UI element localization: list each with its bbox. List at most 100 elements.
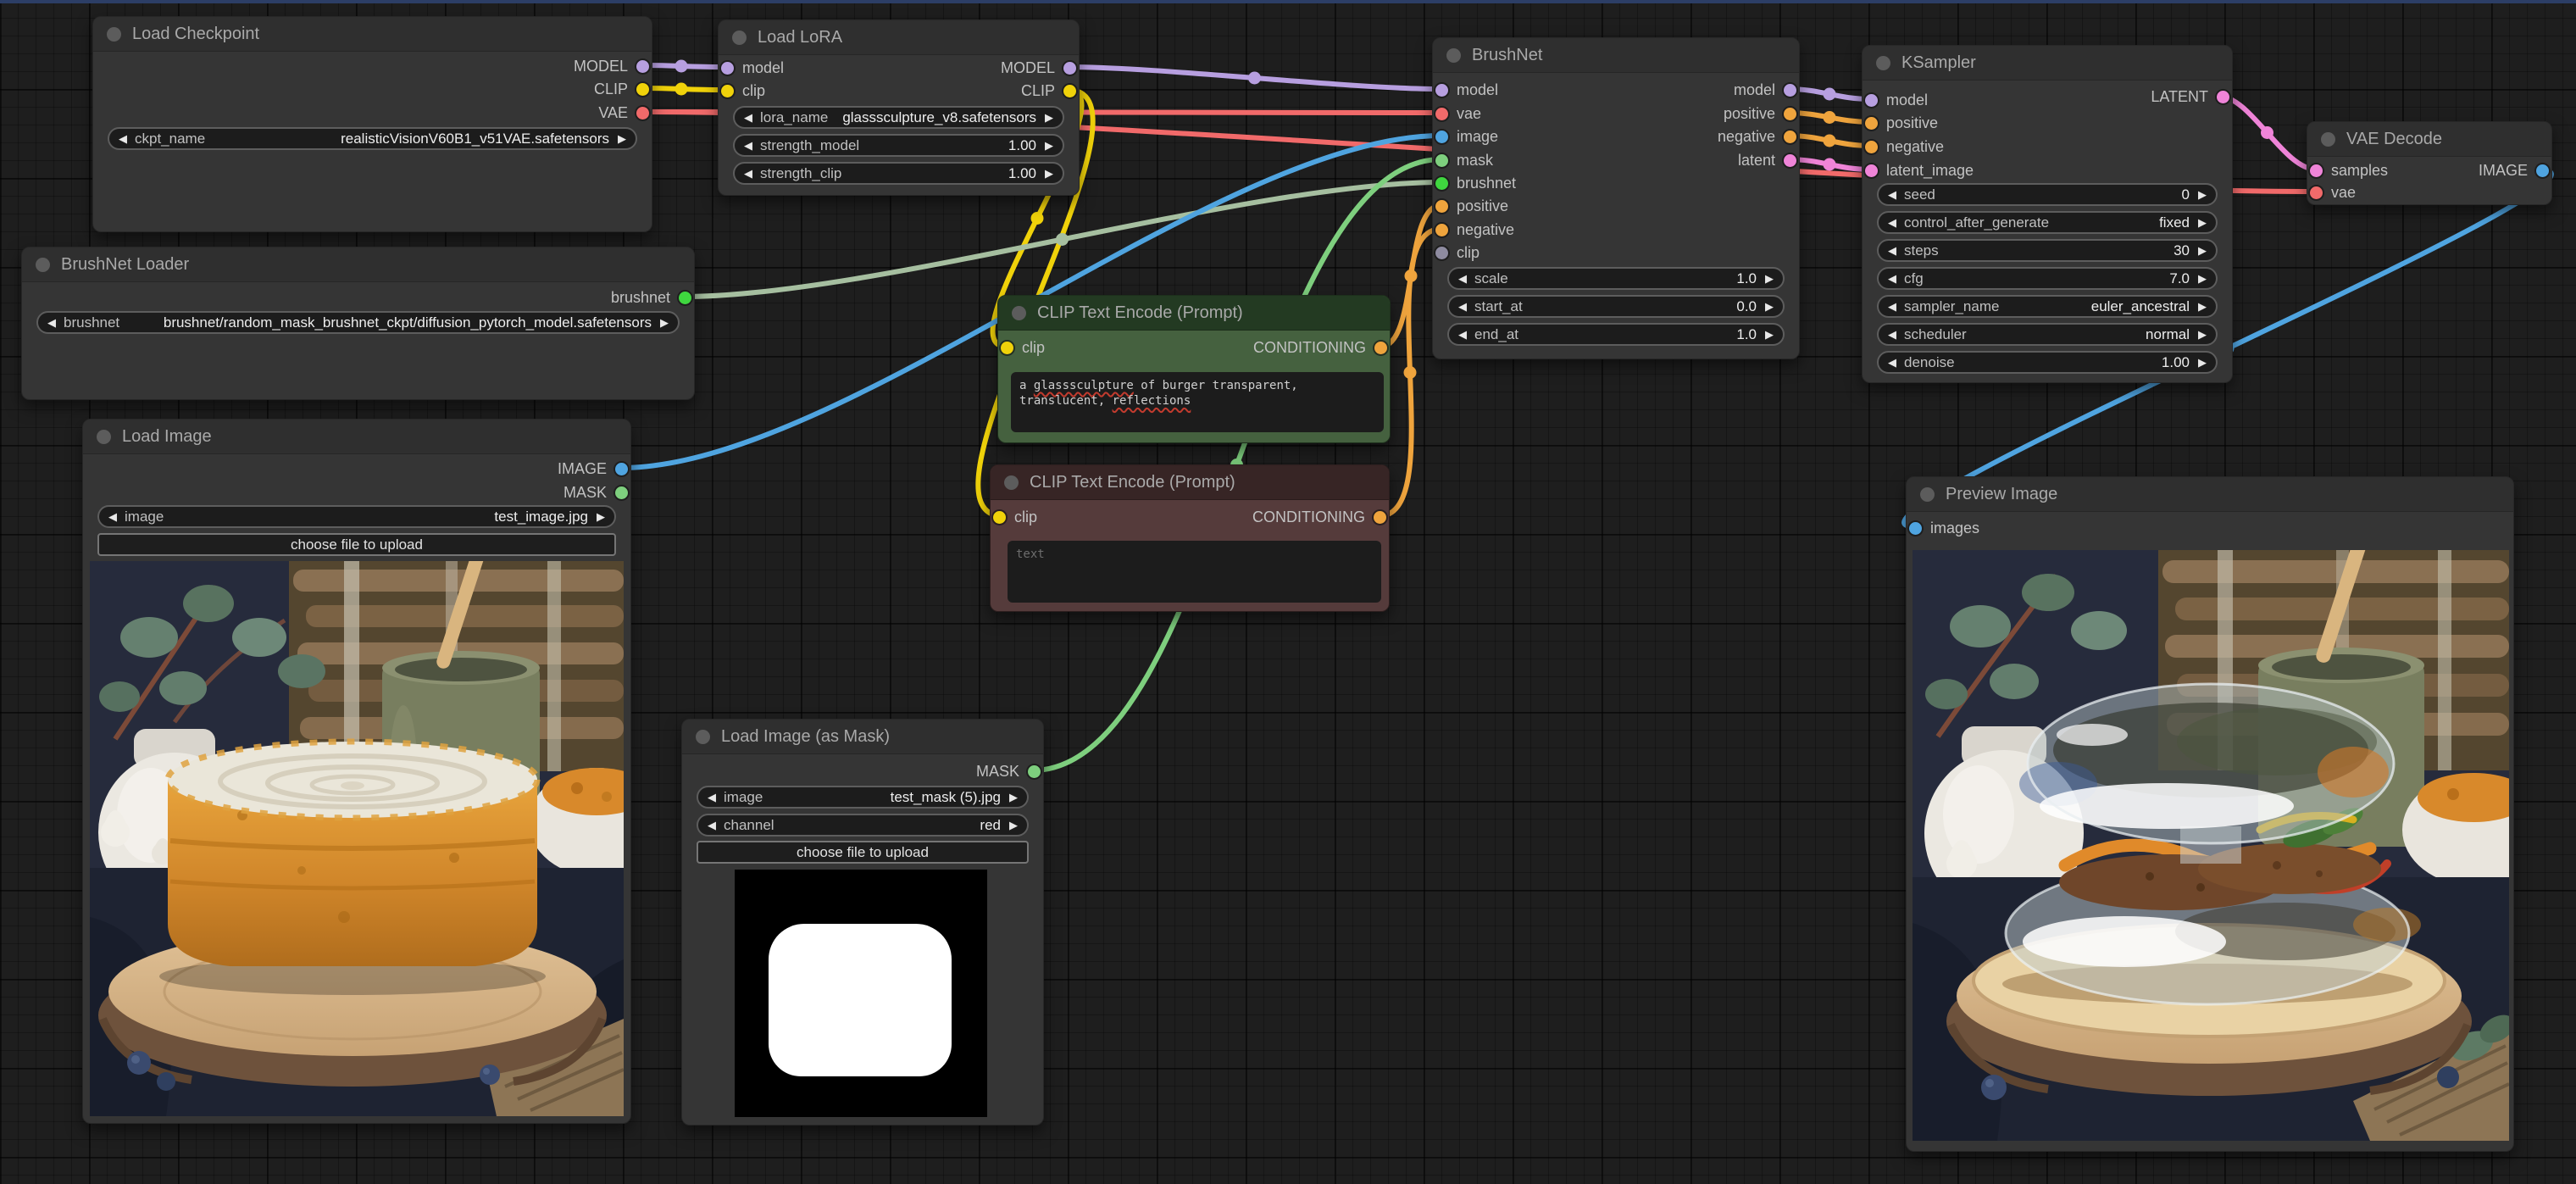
output-port-conditioning[interactable] (1374, 511, 1386, 524)
output-port-vae[interactable] (636, 107, 649, 120)
stepper-left-icon[interactable]: ◀ (1888, 217, 1896, 228)
collapse-dot-icon[interactable] (1012, 306, 1026, 320)
input-port-vae[interactable] (2310, 186, 2323, 199)
stepper-right-icon[interactable]: ▶ (2198, 245, 2207, 256)
negative-prompt-textarea[interactable]: text (1008, 541, 1381, 603)
widget-strength-clip[interactable]: ◀ strength_clip 1.00 ▶ (733, 162, 1064, 185)
stepper-left-icon[interactable]: ◀ (1458, 329, 1467, 340)
choose-file-button[interactable]: choose file to upload (697, 841, 1029, 864)
widget-scale[interactable]: ◀ scale 1.0 ▶ (1447, 267, 1785, 290)
node-titlebar[interactable]: CLIP Text Encode (Prompt) (998, 296, 1390, 331)
node-preview-image[interactable]: Preview Image images (1906, 476, 2514, 1152)
stepper-right-icon[interactable]: ▶ (618, 133, 626, 144)
input-port-positive[interactable] (1435, 200, 1448, 213)
output-port-conditioning[interactable] (1374, 342, 1387, 354)
choose-file-button[interactable]: choose file to upload (97, 533, 616, 556)
widget-cfg[interactable]: ◀ cfg 7.0 ▶ (1877, 267, 2218, 290)
collapse-dot-icon[interactable] (1876, 56, 1890, 70)
node-titlebar[interactable]: CLIP Text Encode (Prompt) (991, 465, 1389, 500)
widget-ckpt-name[interactable]: ◀ ckpt_name realisticVisionV60B1_v51VAE.… (108, 127, 637, 150)
stepper-right-icon[interactable]: ▶ (2198, 217, 2207, 228)
input-port-negative[interactable] (1435, 224, 1448, 236)
collapse-dot-icon[interactable] (1920, 487, 1935, 502)
node-load-lora[interactable]: Load LoRA model clip MODEL CLIP ◀ lora_n… (718, 19, 1080, 196)
output-port-negative[interactable] (1784, 131, 1796, 143)
stepper-right-icon[interactable]: ▶ (1009, 820, 1018, 831)
stepper-right-icon[interactable]: ▶ (1009, 792, 1018, 803)
output-port-model[interactable] (1784, 84, 1796, 97)
output-port-mask[interactable] (615, 486, 628, 499)
node-clip-text-encode-positive[interactable]: CLIP Text Encode (Prompt) clip CONDITION… (997, 295, 1391, 443)
node-vae-decode[interactable]: VAE Decode samples vae IMAGE (2307, 121, 2552, 205)
node-titlebar[interactable]: Load Image (83, 420, 630, 454)
widget-brushnet-ckpt[interactable]: ◀ brushnet brushnet/random_mask_brushnet… (36, 311, 680, 334)
widget-start-at[interactable]: ◀ start_at 0.0 ▶ (1447, 295, 1785, 318)
widget-lora-name[interactable]: ◀ lora_name glasssculpture_v8.safetensor… (733, 106, 1064, 129)
input-port-positive[interactable] (1865, 117, 1878, 130)
stepper-right-icon[interactable]: ▶ (2198, 189, 2207, 200)
output-port-model[interactable] (636, 60, 649, 73)
stepper-left-icon[interactable]: ◀ (47, 317, 56, 328)
node-titlebar[interactable]: BrushNet (1433, 38, 1799, 73)
widget-denoise[interactable]: ◀ denoise 1.00 ▶ (1877, 351, 2218, 374)
stepper-right-icon[interactable]: ▶ (1045, 168, 1053, 179)
node-load-image[interactable]: Load Image IMAGE MASK ◀ image test_image… (82, 419, 631, 1124)
stepper-left-icon[interactable]: ◀ (744, 140, 752, 151)
link-midpoint-dot[interactable] (2261, 126, 2273, 139)
widget-end-at[interactable]: ◀ end_at 1.0 ▶ (1447, 323, 1785, 346)
input-port-images[interactable] (1909, 522, 1922, 535)
output-port-positive[interactable] (1784, 108, 1796, 120)
stepper-right-icon[interactable]: ▶ (2198, 301, 2207, 312)
stepper-right-icon[interactable]: ▶ (2198, 357, 2207, 368)
stepper-left-icon[interactable]: ◀ (708, 792, 716, 803)
stepper-right-icon[interactable]: ▶ (1045, 112, 1053, 123)
stepper-left-icon[interactable]: ◀ (1458, 273, 1467, 284)
output-port-image[interactable] (2536, 164, 2549, 177)
widget-control-after-generate[interactable]: ◀ control_after_generate fixed ▶ (1877, 211, 2218, 234)
widget-steps[interactable]: ◀ steps 30 ▶ (1877, 239, 2218, 262)
stepper-left-icon[interactable]: ◀ (1888, 273, 1896, 284)
widget-image-file[interactable]: ◀ image test_mask (5).jpg ▶ (697, 786, 1029, 809)
stepper-left-icon[interactable]: ◀ (1888, 189, 1896, 200)
output-port-model[interactable] (1063, 62, 1076, 75)
collapse-dot-icon[interactable] (696, 730, 710, 744)
output-port-latent[interactable] (2217, 91, 2229, 103)
stepper-right-icon[interactable]: ▶ (2198, 273, 2207, 284)
node-titlebar[interactable]: Load Image (as Mask) (682, 720, 1043, 754)
stepper-left-icon[interactable]: ◀ (1888, 357, 1896, 368)
node-ksampler[interactable]: KSampler model positive negative latent_… (1862, 45, 2233, 383)
node-titlebar[interactable]: Load LoRA (719, 20, 1079, 55)
node-load-image-as-mask[interactable]: Load Image (as Mask) MASK ◀ image test_m… (681, 719, 1044, 1126)
stepper-left-icon[interactable]: ◀ (1888, 245, 1896, 256)
link-midpoint-dot[interactable] (1056, 233, 1069, 246)
link-midpoint-dot[interactable] (1824, 135, 1836, 147)
widget-sampler-name[interactable]: ◀ sampler_name euler_ancestral ▶ (1877, 295, 2218, 318)
link-midpoint-dot[interactable] (1824, 158, 1836, 171)
link-midpoint-dot[interactable] (1824, 88, 1836, 101)
node-graph-canvas[interactable]: Load Checkpoint MODEL CLIP VAE ◀ ckpt_na… (0, 0, 2576, 1184)
stepper-right-icon[interactable]: ▶ (1045, 140, 1053, 151)
node-brushnet[interactable]: BrushNet model vae image mask brushnet p… (1432, 37, 1800, 359)
stepper-left-icon[interactable]: ◀ (744, 112, 752, 123)
node-titlebar[interactable]: BrushNet Loader (22, 247, 694, 282)
collapse-dot-icon[interactable] (97, 430, 111, 444)
collapse-dot-icon[interactable] (1446, 48, 1461, 63)
output-port-clip[interactable] (636, 83, 649, 96)
output-port-image[interactable] (615, 463, 628, 475)
stepper-left-icon[interactable]: ◀ (1888, 329, 1896, 340)
link-midpoint-dot[interactable] (675, 83, 688, 96)
node-titlebar[interactable]: Preview Image (1907, 477, 2513, 512)
stepper-right-icon[interactable]: ▶ (1765, 301, 1774, 312)
link-midpoint-dot[interactable] (675, 60, 688, 73)
widget-strength-model[interactable]: ◀ strength_model 1.00 ▶ (733, 134, 1064, 157)
positive-prompt-textarea[interactable]: a glasssculpture of burger transparent, … (1011, 372, 1384, 432)
stepper-left-icon[interactable]: ◀ (744, 168, 752, 179)
input-port-negative[interactable] (1865, 141, 1878, 153)
output-port-clip[interactable] (1063, 85, 1076, 97)
collapse-dot-icon[interactable] (36, 258, 50, 272)
widget-channel[interactable]: ◀ channel red ▶ (697, 814, 1029, 837)
stepper-right-icon[interactable]: ▶ (1765, 329, 1774, 340)
link-midpoint-dot[interactable] (1824, 111, 1836, 124)
stepper-right-icon[interactable]: ▶ (597, 511, 605, 522)
input-port-clip[interactable] (1435, 247, 1448, 259)
